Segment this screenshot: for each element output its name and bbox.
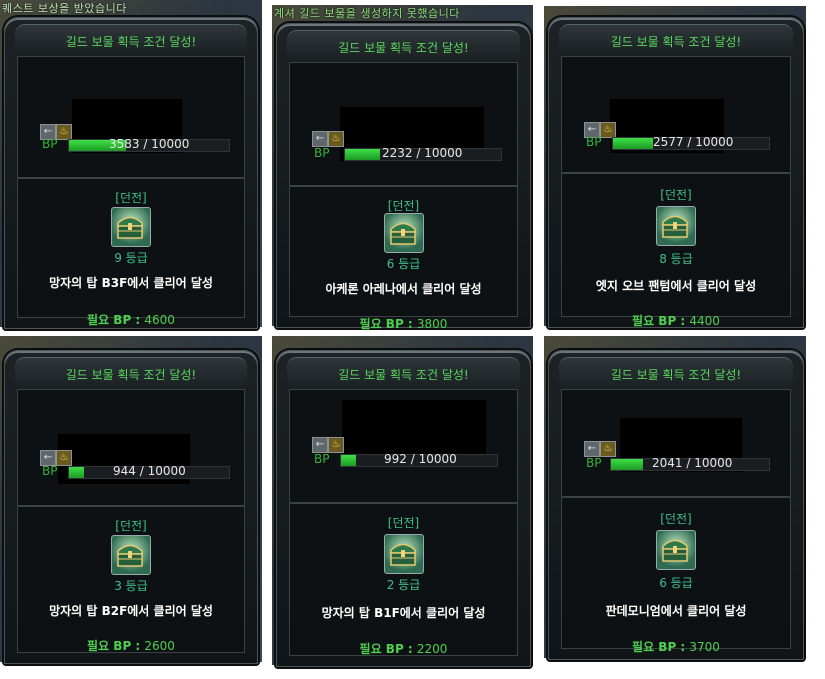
dungeon-label: [던전] — [115, 191, 147, 205]
required-bp-prefix: 필요 BP : — [87, 639, 145, 653]
back-arrow-icon[interactable]: ← — [312, 437, 328, 453]
bp-progress-fill — [69, 467, 84, 478]
panel-title: 길드 보물 획득 조건 달성! — [559, 357, 793, 388]
system-notice: 퀘스트 보상을 받았습니다 — [2, 2, 127, 15]
treasure-chest-icon[interactable] — [111, 535, 151, 575]
dungeon-label: [던전] — [115, 519, 147, 533]
reward-box: [던전] 6 등급 판데모니엄에서 클리어 달성 필요 BP : 3700 — [561, 497, 791, 654]
clear-condition: 망자의 탑 B1F에서 클리어 달성 — [321, 606, 486, 620]
treasure-chest-icon[interactable] — [383, 534, 424, 574]
system-notice: 계셔 길드 보물을 생성하지 못했습니다 — [274, 7, 460, 20]
grade-label: 6 등급 — [659, 576, 693, 590]
bp-value: 944 / 10000 — [113, 464, 186, 478]
dungeon-label: [던전] — [387, 516, 420, 530]
bp-progress-fill — [345, 149, 380, 160]
guild-emblem-icon: ♨ — [600, 122, 616, 138]
guild-treasure-panel-5: 길드 보물 획득 조건 달성! ← ♨ BP 992 / 10000 [던전] … — [276, 350, 531, 667]
dungeon-label: [던전] — [660, 512, 692, 526]
guild-treasure-panel-1: 길드 보물 획득 조건 달성! ← ♨ BP 3583 / 10000 [던전]… — [4, 17, 258, 329]
clear-condition: 엣지 오브 팬텀에서 클리어 달성 — [595, 279, 757, 293]
bp-info-box: ← ♨ BP 2041 / 10000 — [561, 389, 791, 497]
required-bp-value: 3800 — [416, 317, 448, 331]
grade-label: 8 등급 — [659, 252, 693, 266]
required-bp: 필요 BP : 4400 — [562, 312, 790, 329]
required-bp-value: 4600 — [144, 313, 175, 327]
bp-info-box: ← ♨ BP 2577 / 10000 — [561, 56, 791, 173]
grade-label: 6 등급 — [386, 257, 421, 271]
panel-title: 길드 보물 획득 조건 달성! — [559, 24, 793, 55]
panel-title: 길드 보물 획득 조건 달성! — [15, 24, 247, 55]
bp-label: BP — [586, 456, 602, 470]
back-arrow-icon[interactable]: ← — [584, 441, 600, 457]
guild-emblem-icon: ♨ — [328, 131, 344, 147]
clear-condition: 아케론 아레나에서 클리어 달성 — [325, 282, 482, 296]
bp-label: BP — [314, 146, 330, 160]
dungeon-label: [던전] — [387, 199, 420, 213]
panel-title: 길드 보물 획득 조건 달성! — [287, 357, 520, 388]
bp-label: BP — [314, 452, 330, 466]
treasure-chest-icon[interactable] — [656, 206, 696, 246]
guild-treasure-panel-3: 길드 보물 획득 조건 달성! ← ♨ BP 2577 / 10000 [던전]… — [548, 17, 804, 328]
guild-treasure-panel-4: 길드 보물 획득 조건 달성! ← ♨ BP 944 / 10000 [던전] … — [4, 350, 258, 664]
guild-emblem-icon: ♨ — [56, 450, 72, 466]
bp-value: 2041 / 10000 — [652, 456, 733, 470]
guild-emblem-icon: ♨ — [56, 124, 72, 140]
bp-value: 2577 / 10000 — [653, 135, 734, 149]
bp-info-box: ← ♨ BP 992 / 10000 — [289, 389, 518, 503]
bp-progress-fill — [341, 455, 356, 466]
clear-condition: 판데모니엄에서 클리어 달성 — [605, 604, 747, 618]
bp-progress-fill — [613, 138, 653, 149]
reward-box: [던전] 8 등급 엣지 오브 팬텀에서 클리어 달성 필요 BP : 4400 — [561, 173, 791, 328]
required-bp-prefix: 필요 BP : — [359, 317, 417, 331]
required-bp-value: 4400 — [689, 314, 720, 328]
grade-label: 3 등급 — [114, 579, 148, 593]
panel-title: 길드 보물 획득 조건 달성! — [287, 30, 520, 61]
panel-title: 길드 보물 획득 조건 달성! — [15, 357, 247, 388]
bp-value: 992 / 10000 — [384, 452, 457, 466]
grade-label: 2 등급 — [386, 578, 421, 592]
required-bp: 필요 BP : 3800 — [290, 315, 517, 332]
back-arrow-icon[interactable]: ← — [312, 131, 328, 147]
required-bp: 필요 BP : 2600 — [18, 637, 244, 654]
required-bp: 필요 BP : 2200 — [290, 640, 517, 657]
treasure-chest-icon[interactable] — [111, 207, 151, 247]
required-bp-value: 2600 — [144, 639, 175, 653]
guild-treasure-panel-6: 길드 보물 획득 조건 달성! ← ♨ BP 2041 / 10000 [던전]… — [548, 350, 804, 660]
bp-label: BP — [586, 135, 602, 149]
clear-condition: 망자의 탑 B3F에서 클리어 달성 — [49, 276, 213, 290]
reward-box: [던전] 9 등급 망자의 탑 B3F에서 클리어 달성 필요 BP : 460… — [17, 178, 245, 327]
reward-box: [던전] 3 등급 망자의 탑 B2F에서 클리어 달성 필요 BP : 260… — [17, 506, 245, 653]
bp-progress-fill — [611, 459, 643, 470]
bp-label: BP — [42, 137, 58, 151]
required-bp-prefix: 필요 BP : — [632, 640, 690, 654]
bp-value: 2232 / 10000 — [382, 146, 463, 160]
required-bp: 필요 BP : 4600 — [18, 311, 244, 328]
required-bp: 필요 BP : 3700 — [562, 638, 790, 655]
clear-condition: 망자의 탑 B2F에서 클리어 달성 — [49, 604, 213, 618]
bp-info-box: ← ♨ BP 944 / 10000 — [17, 389, 245, 506]
required-bp-prefix: 필요 BP : — [359, 642, 417, 656]
required-bp-value: 3700 — [689, 640, 720, 654]
guild-emblem-icon: ♨ — [600, 441, 616, 457]
treasure-chest-icon[interactable] — [656, 530, 696, 570]
treasure-chest-icon[interactable] — [383, 213, 424, 253]
bp-value: 3583 / 10000 — [109, 137, 190, 151]
grade-label: 9 등급 — [114, 251, 148, 265]
redacted-area — [342, 400, 486, 458]
bp-label: BP — [42, 464, 58, 478]
required-bp-value: 2200 — [416, 642, 448, 656]
reward-box: [던전] 2 등급 망자의 탑 B1F에서 클리어 달성 필요 BP : 220… — [289, 503, 518, 656]
dungeon-label: [던전] — [660, 188, 692, 202]
reward-box: [던전] 6 등급 아케론 아레나에서 클리어 달성 필요 BP : 3800 — [289, 186, 518, 331]
guild-treasure-panel-2: 길드 보물 획득 조건 달성! ← ♨ BP 2232 / 10000 [던전]… — [276, 23, 531, 331]
guild-emblem-icon: ♨ — [328, 437, 344, 453]
bp-info-box: ← ♨ BP 3583 / 10000 — [17, 56, 245, 178]
required-bp-prefix: 필요 BP : — [632, 314, 690, 328]
bp-info-box: ← ♨ BP 2232 / 10000 — [289, 62, 518, 186]
required-bp-prefix: 필요 BP : — [87, 313, 145, 327]
